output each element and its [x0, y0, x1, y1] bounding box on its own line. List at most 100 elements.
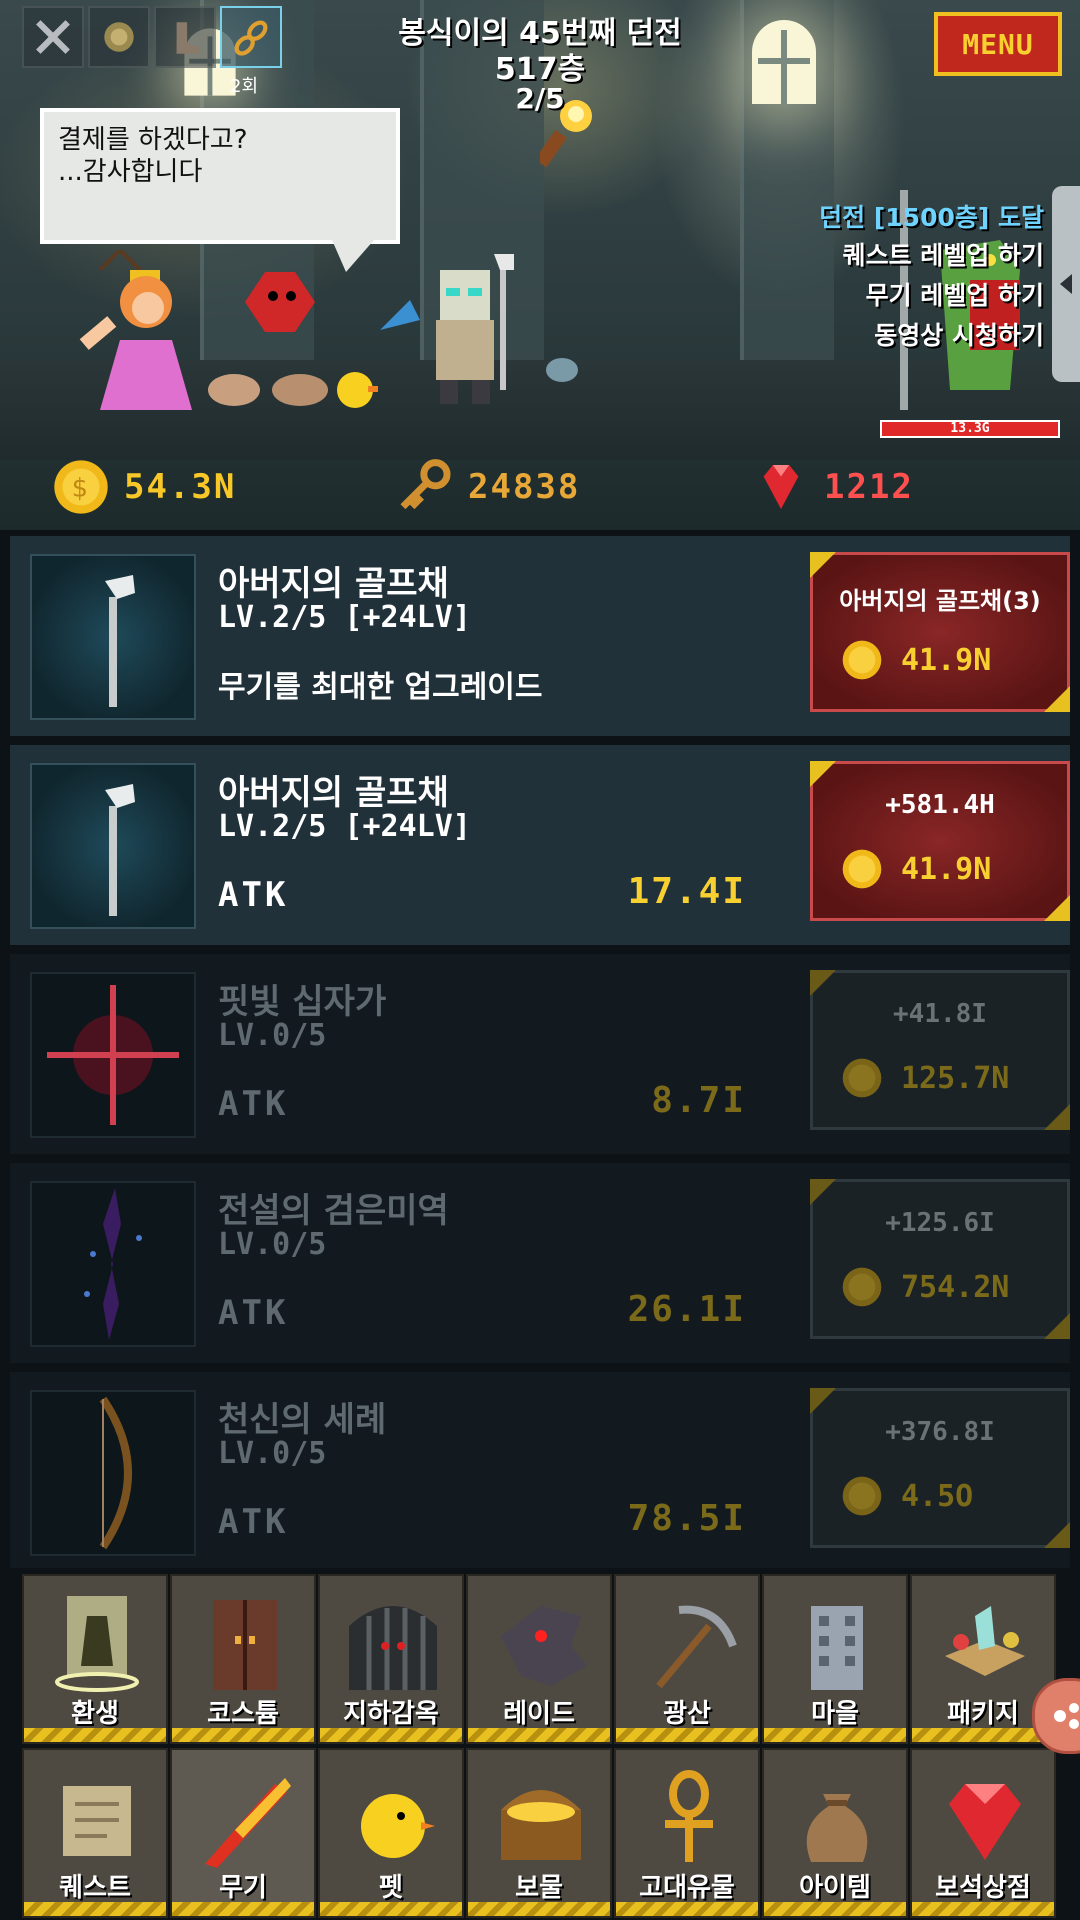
nav-treasure[interactable]: 보물 — [466, 1748, 612, 1918]
quest-levelup-link[interactable]: 퀘스트 레벨업 하기 — [843, 236, 1044, 272]
quest-goal-link[interactable]: 던전 [1500층] 도달 — [819, 198, 1044, 234]
weapon-description: 무기를 최대한 업그레이드 — [218, 670, 543, 705]
level-up-button[interactable]: +581.4H 41.9N — [810, 761, 1070, 921]
button-trim — [912, 1902, 1054, 1916]
quest-scroll-icon — [63, 1786, 131, 1856]
wave-counter: 2/5 — [515, 82, 565, 115]
sword-skill-icon — [36, 20, 70, 54]
weapon-card-locked: 천신의 세례 LV.0/5 ATK 78.5I +376.8I 4.5O — [10, 1372, 1070, 1572]
nav-label: 광산 — [663, 1699, 711, 1729]
skill-use-count: 2회 — [230, 76, 259, 97]
speech-line: ...감사합니다 — [58, 157, 203, 187]
enemy-hp-bar: 13.3G — [880, 420, 1060, 438]
button-corner-decor — [1044, 1104, 1070, 1130]
atk-value: 17.4I — [627, 871, 746, 912]
weapon-level: LV.2/5 [+24LV] — [218, 600, 471, 635]
golf-club-icon — [105, 575, 135, 707]
cost-value: 41.9N — [901, 851, 992, 887]
weapon-level: LV.2/5 [+24LV] — [218, 809, 471, 844]
nav-label: 고대유물 — [639, 1873, 735, 1903]
atk-label: ATK — [218, 1293, 289, 1333]
weapon-thumbnail — [30, 1181, 196, 1347]
level-up-button[interactable]: +125.6I 754.2N — [810, 1179, 1070, 1339]
nav-label: 보물 — [515, 1873, 563, 1903]
button-trim — [912, 1728, 1054, 1742]
gem-amount: 1212 — [824, 467, 914, 507]
red-pet — [245, 272, 315, 332]
wardrobe-icon — [213, 1600, 277, 1690]
nav-quest[interactable]: 퀘스트 — [22, 1748, 168, 1918]
atk-value: 26.1I — [627, 1289, 746, 1330]
key-counter: 24838 — [396, 458, 580, 516]
floating-gamepad-button[interactable] — [1032, 1678, 1080, 1754]
weapon-card-locked: 전설의 검은미역 LV.0/5 ATK 26.1I +125.6I 754.2N — [10, 1163, 1070, 1363]
button-trim — [616, 1902, 758, 1916]
nav-weapon[interactable]: 무기 — [170, 1748, 316, 1918]
key-icon — [400, 459, 451, 510]
gamepad-icon — [1054, 1703, 1079, 1729]
atk-label: ATK — [218, 1084, 289, 1124]
prison-gate-icon — [349, 1606, 437, 1690]
item-bag-icon — [806, 1794, 868, 1862]
speech-line: 결제를 하겠다고? — [58, 125, 248, 155]
weapon-levelup-link[interactable]: 무기 레벨업 하기 — [866, 276, 1044, 312]
weapon-name: 아버지의 골프채 — [218, 773, 449, 813]
weapon-name: 아버지의 골프채 — [218, 564, 449, 604]
ruby-gem-icon — [763, 464, 799, 510]
button-trim — [172, 1902, 314, 1916]
max-upgrade-button[interactable]: 아버지의 골프채(3) 41.9N — [810, 552, 1070, 712]
button-trim — [24, 1902, 166, 1916]
atk-gain-label: +41.8I — [893, 999, 987, 1029]
skill-slot-chain[interactable] — [220, 6, 282, 68]
level-up-button[interactable]: +376.8I 4.5O — [810, 1388, 1070, 1548]
button-trim — [320, 1728, 462, 1742]
nav-pet[interactable]: 펫 — [318, 1748, 464, 1918]
gold-coin-icon — [842, 1058, 882, 1098]
weapon-card: 아버지의 골프채 LV.2/5 [+24LV] 무기를 최대한 업그레이드 아버… — [10, 536, 1070, 736]
upgrade-cost: 41.9N — [841, 639, 991, 681]
speech-bubble: 결제를 하겠다고? ...감사합니다 — [40, 108, 400, 244]
gold-counter: $ 54.3N — [52, 458, 236, 516]
nav-label: 레이드 — [503, 1699, 575, 1729]
nav-mine[interactable]: 광산 — [614, 1574, 760, 1744]
weapon-level: LV.0/5 — [218, 1227, 327, 1262]
button-corner-decor — [810, 1388, 836, 1414]
nav-rebirth[interactable]: 환생 — [22, 1574, 168, 1744]
button-trim — [320, 1902, 462, 1916]
cost-value: 125.7N — [901, 1060, 1010, 1096]
button-corner-decor — [810, 552, 836, 578]
hero-character — [380, 254, 514, 404]
hamster-pets — [208, 374, 328, 406]
watch-video-link[interactable]: 동영상 시청하기 — [874, 316, 1044, 352]
fire-sword-icon — [205, 1778, 291, 1868]
upgrade-target-label: 아버지의 골프채(3) — [839, 587, 1041, 615]
button-corner-decor — [1044, 686, 1070, 712]
nav-item[interactable]: 아이템 — [762, 1748, 908, 1918]
weapon-name: 핏빛 십자가 — [218, 982, 387, 1022]
nav-gem-shop[interactable]: 보석상점 — [910, 1748, 1056, 1918]
boot-skill-icon — [176, 22, 200, 54]
quest-goal-text: 던전 [1500층] 도달 — [819, 203, 1044, 232]
button-corner-decor — [810, 761, 836, 787]
skill-slot-coin[interactable] — [88, 6, 150, 68]
button-trim — [468, 1728, 610, 1742]
treasure-package-icon — [945, 1606, 1025, 1676]
nav-label: 펫 — [379, 1873, 403, 1903]
key-amount: 24838 — [468, 467, 581, 507]
weapon-thumbnail — [30, 763, 196, 929]
nav-village[interactable]: 마을 — [762, 1574, 908, 1744]
skill-slot-boot[interactable] — [154, 6, 216, 68]
button-trim — [616, 1728, 758, 1742]
treasure-chest-icon — [501, 1790, 581, 1860]
nav-raid[interactable]: 레이드 — [466, 1574, 612, 1744]
pickaxe-icon — [656, 1605, 737, 1689]
golf-club-icon — [105, 784, 135, 916]
nav-dungeon-prison[interactable]: 지하감옥 — [318, 1574, 464, 1744]
quest-panel-toggle[interactable] — [1052, 186, 1080, 382]
nav-costume[interactable]: 코스튬 — [170, 1574, 316, 1744]
nav-ancient-relic[interactable]: 고대유물 — [614, 1748, 760, 1918]
menu-button[interactable]: MENU — [934, 12, 1062, 76]
level-up-button[interactable]: +41.8I 125.7N — [810, 970, 1070, 1130]
skill-slot-sword[interactable] — [22, 6, 84, 68]
atk-label: ATK — [218, 875, 289, 915]
